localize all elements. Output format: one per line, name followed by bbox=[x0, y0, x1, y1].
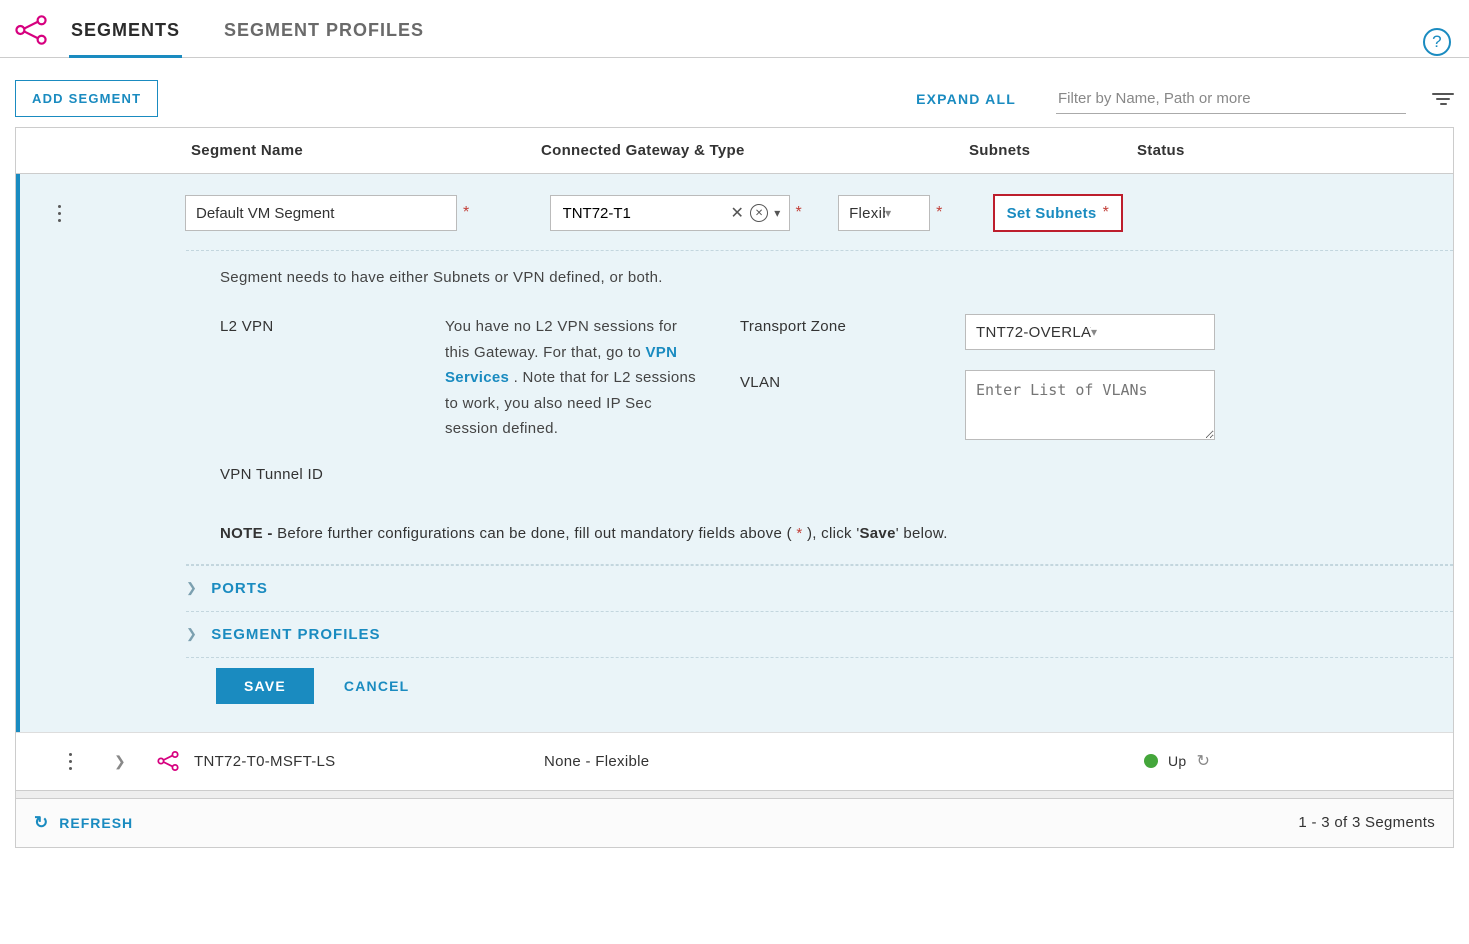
vpn-tunnel-id-label: VPN Tunnel ID bbox=[220, 462, 445, 483]
top-bar: SEGMENTS SEGMENT PROFILES ? bbox=[0, 0, 1469, 58]
filter-icon[interactable] bbox=[1432, 93, 1454, 105]
expand-all-link[interactable]: EXPAND ALL bbox=[916, 91, 1016, 107]
gateway-clear-selection-icon[interactable]: ✕ bbox=[750, 204, 768, 222]
required-indicator: * bbox=[796, 204, 803, 222]
tab-segment-profiles[interactable]: SEGMENT PROFILES bbox=[222, 10, 426, 58]
segment-profiles-section-toggle[interactable]: ❯ SEGMENT PROFILES bbox=[186, 611, 1453, 658]
grid: Segment Name Connected Gateway & Type Su… bbox=[15, 127, 1454, 848]
chevron-down-icon[interactable]: ▾ bbox=[1091, 325, 1206, 339]
network-icon bbox=[144, 751, 192, 771]
chevron-right-icon: ❯ bbox=[186, 580, 197, 596]
vlan-input[interactable] bbox=[965, 370, 1215, 440]
filter-input[interactable] bbox=[1056, 84, 1406, 114]
transport-zone-select[interactable]: TNT72-OVERLAY-TZ | Overlay ▾ bbox=[965, 314, 1215, 350]
save-button[interactable]: SAVE bbox=[216, 668, 314, 704]
ports-section-toggle[interactable]: ❯ PORTS bbox=[186, 565, 1453, 611]
note-text: NOTE - Before further configurations can… bbox=[20, 513, 1453, 564]
col-subnets: Subnets bbox=[959, 128, 1127, 173]
gateway-clear-text-icon[interactable]: ✕ bbox=[730, 203, 744, 223]
vlan-label: VLAN bbox=[740, 370, 965, 440]
l2vpn-label: L2 VPN bbox=[220, 314, 445, 442]
help-icon[interactable]: ? bbox=[1423, 28, 1451, 56]
transport-zone-label: Transport Zone bbox=[740, 314, 965, 350]
toolbar: ADD SEGMENT EXPAND ALL bbox=[0, 58, 1469, 127]
col-segment-name: Segment Name bbox=[181, 128, 531, 173]
required-indicator: * bbox=[463, 204, 470, 222]
segment-edit-row: * ✕ ✕ ▾ * Flexible ▾ * Set Subnets * bbox=[16, 174, 1453, 732]
row-status-text: Up bbox=[1168, 753, 1187, 769]
required-indicator: * bbox=[1103, 204, 1110, 222]
row-segment-name: TNT72-T0-MSFT-LS bbox=[192, 753, 544, 770]
tabs: SEGMENTS SEGMENT PROFILES bbox=[69, 10, 1454, 57]
row-count: 1 - 3 of 3 Segments bbox=[1298, 814, 1435, 831]
type-select[interactable]: Flexible ▾ bbox=[838, 195, 930, 231]
gateway-input[interactable] bbox=[563, 205, 725, 222]
transport-zone-value: TNT72-OVERLAY-TZ | Overlay bbox=[976, 324, 1091, 341]
row-kebab-menu[interactable] bbox=[69, 753, 72, 770]
grid-footer: ↻ REFRESH 1 - 3 of 3 Segments bbox=[16, 798, 1453, 847]
row-kebab-menu[interactable] bbox=[20, 205, 185, 222]
segment-name-input[interactable] bbox=[185, 195, 457, 231]
chevron-down-icon[interactable]: ▾ bbox=[885, 206, 921, 220]
add-segment-button[interactable]: ADD SEGMENT bbox=[15, 80, 158, 117]
expand-row-icon[interactable]: ❯ bbox=[96, 753, 144, 770]
gateway-select[interactable]: ✕ ✕ ▾ bbox=[550, 195, 790, 231]
col-actions bbox=[16, 128, 181, 173]
network-icon bbox=[15, 15, 47, 45]
row-gateway: None - Flexible bbox=[544, 753, 1144, 770]
required-indicator: * bbox=[936, 204, 943, 222]
cancel-button[interactable]: CANCEL bbox=[344, 678, 410, 694]
grid-header: Segment Name Connected Gateway & Type Su… bbox=[16, 128, 1453, 174]
status-up-icon bbox=[1144, 754, 1158, 768]
type-value: Flexible bbox=[849, 205, 885, 222]
info-text: Segment needs to have either Subnets or … bbox=[20, 251, 1453, 304]
l2vpn-text: You have no L2 VPN sessions for this Gat… bbox=[445, 314, 700, 442]
set-subnets-button[interactable]: Set Subnets * bbox=[993, 194, 1124, 232]
table-row: ❯ TNT72-T0-MSFT-LS None - Flexible Up ↻ bbox=[16, 732, 1453, 790]
col-connected-gateway: Connected Gateway & Type bbox=[531, 128, 959, 173]
refresh-icon: ↻ bbox=[34, 813, 49, 833]
chevron-down-icon[interactable]: ▾ bbox=[774, 206, 780, 220]
chevron-right-icon: ❯ bbox=[186, 626, 197, 642]
refresh-status-icon[interactable]: ↻ bbox=[1197, 751, 1211, 771]
tab-segments[interactable]: SEGMENTS bbox=[69, 10, 182, 58]
col-status: Status bbox=[1127, 128, 1453, 173]
refresh-button[interactable]: ↻ REFRESH bbox=[34, 813, 133, 833]
